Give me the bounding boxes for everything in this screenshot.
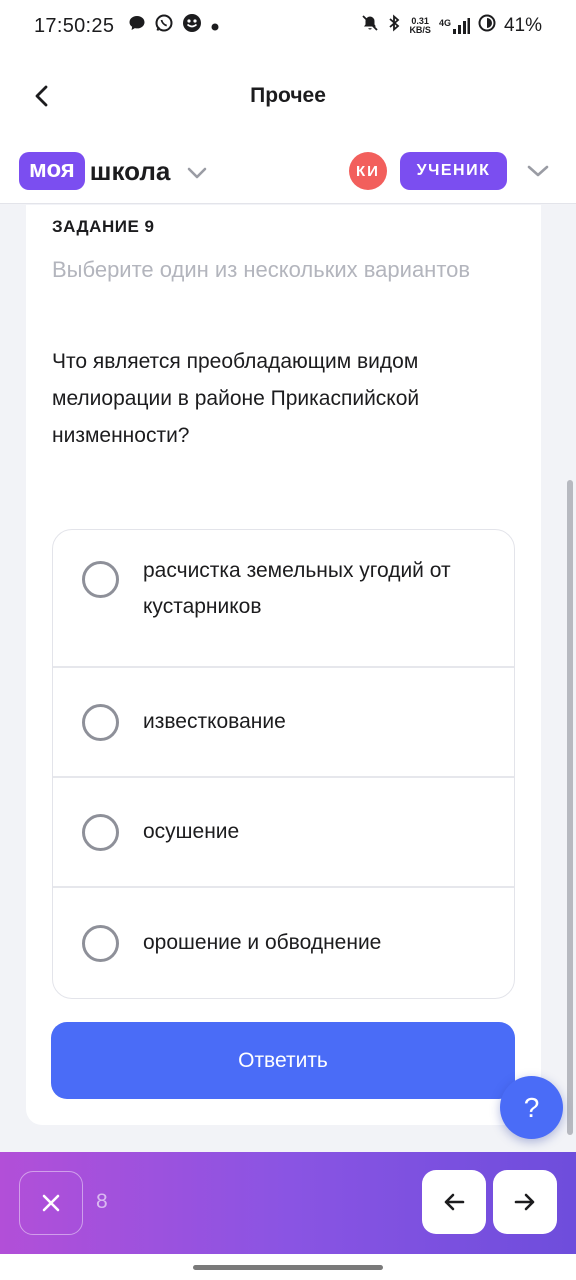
chevron-down-icon [188, 167, 207, 179]
bluetooth-icon [387, 14, 401, 38]
chevron-down-icon[interactable] [526, 164, 550, 178]
message-icon [128, 14, 146, 38]
task-card: ЗАДАНИЕ 9 Выберите один из нескольких ва… [26, 205, 541, 1125]
mute-bell-icon [361, 14, 379, 38]
arrow-left-icon [444, 1193, 465, 1211]
signal-icon: 4G [439, 18, 470, 34]
bottom-nav-bar: 8 [0, 1152, 576, 1254]
radio-button[interactable] [82, 813, 119, 851]
home-indicator[interactable] [193, 1265, 383, 1270]
battery-percent: 41% [503, 15, 542, 36]
option-label: расчистка земельных угодий от кустарнико… [143, 559, 451, 618]
option-item[interactable]: орошение и обводнение [53, 888, 514, 998]
task-hint: Выберите один из нескольких вариантов [52, 257, 471, 282]
option-label: орошение и обводнение [143, 931, 382, 954]
logo-shkola: школа [89, 155, 171, 186]
answer-button[interactable]: Ответить [51, 1022, 515, 1099]
school-logo-menu[interactable]: моя школа [19, 152, 208, 190]
system-nav-area [0, 1254, 576, 1280]
task-counter: 8 [96, 1190, 108, 1213]
task-question: Что является преобладающим видом мелиора… [52, 350, 420, 447]
radio-button[interactable] [82, 703, 119, 741]
radio-button[interactable] [82, 561, 119, 598]
logo-moya: моя [19, 152, 85, 190]
close-button[interactable] [19, 1171, 83, 1235]
whatsapp-icon [154, 13, 174, 39]
battery-icon [478, 14, 496, 38]
school-bar: моя школа КИ УЧЕНИК [0, 144, 576, 204]
status-bar: 17:50:25 0.31 KB/S 4G 41% [0, 0, 576, 52]
avatar[interactable]: КИ [349, 152, 387, 190]
previous-task-button[interactable] [422, 1170, 486, 1234]
task-number: ЗАДАНИЕ 9 [52, 217, 155, 236]
option-label: осушение [143, 820, 240, 843]
more-dot-icon [210, 15, 220, 38]
option-item[interactable]: осушение [53, 778, 514, 888]
scrollbar[interactable] [567, 480, 573, 1135]
answer-options: расчистка земельных угодий от кустарнико… [52, 529, 515, 999]
close-icon [42, 1194, 60, 1212]
role-badge[interactable]: УЧЕНИК [400, 152, 507, 190]
page-title: Прочее [250, 84, 326, 107]
status-time: 17:50:25 [34, 14, 115, 37]
option-label: известкование [143, 710, 286, 733]
notification-icons [128, 13, 220, 39]
status-right: 0.31 KB/S 4G 41% [361, 14, 542, 38]
app-header: Прочее [0, 52, 576, 144]
emoji-app-icon [182, 13, 202, 39]
network-speed: 0.31 KB/S [409, 16, 431, 35]
radio-button[interactable] [82, 924, 119, 962]
option-item[interactable]: известкование [53, 668, 514, 778]
arrow-right-icon [514, 1193, 535, 1211]
option-item[interactable]: расчистка земельных угодий от кустарнико… [53, 530, 514, 668]
help-button[interactable]: ? [500, 1076, 563, 1139]
next-task-button[interactable] [493, 1170, 557, 1234]
